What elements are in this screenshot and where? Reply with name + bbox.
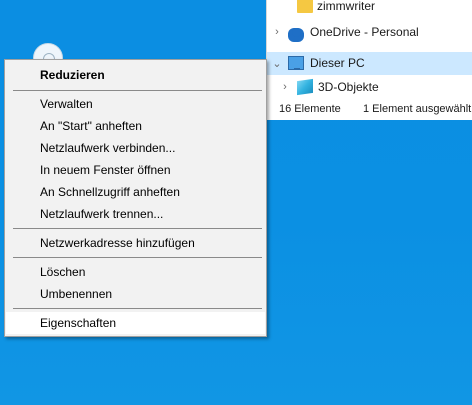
context-menu: Reduzieren Verwalten An "Start" anheften… [4, 59, 267, 337]
menu-item-reduzieren[interactable]: Reduzieren [6, 64, 265, 86]
menu-item-label: Verwalten [40, 97, 93, 111]
menu-item-loeschen[interactable]: Löschen [6, 261, 265, 283]
status-bar: 16 Elemente 1 Element ausgewählt [267, 100, 472, 120]
menu-item-verwalten[interactable]: Verwalten [6, 93, 265, 115]
menu-item-netzlaufwerk-trennen[interactable]: Netzlaufwerk trennen... [6, 203, 265, 225]
menu-item-an-schnellzugriff-anheften[interactable]: An Schnellzugriff anheften [6, 181, 265, 203]
menu-item-label: Umbenennen [40, 287, 113, 301]
nav-item-label: Dieser PC [310, 56, 365, 70]
nav-item-onedrive[interactable]: › OneDrive - Personal [267, 21, 472, 44]
nav-item-3d-objekte[interactable]: › 3D-Objekte [267, 76, 472, 99]
menu-item-label: An "Start" anheften [40, 119, 142, 133]
nav-item-label: OneDrive - Personal [310, 25, 419, 39]
menu-separator [13, 90, 262, 91]
folder-icon [297, 0, 313, 13]
menu-item-an-start-anheften[interactable]: An "Start" anheften [6, 115, 265, 137]
menu-item-label: Netzlaufwerk verbinden... [40, 141, 176, 155]
onedrive-cloud-icon [288, 28, 304, 42]
menu-item-in-neuem-fenster-oeffnen[interactable]: In neuem Fenster öffnen [6, 159, 265, 181]
item-count: 16 Elemente [279, 103, 341, 115]
selection-count: 1 Element ausgewählt [363, 103, 472, 115]
nav-item-label: 3D-Objekte [318, 80, 379, 94]
nav-item-dieser-pc[interactable]: ⌄ Dieser PC [267, 52, 472, 75]
chevron-down-icon[interactable]: ⌄ [272, 57, 282, 70]
menu-item-label: Netzwerkadresse hinzufügen [40, 236, 195, 250]
menu-separator [13, 257, 262, 258]
menu-item-label: Eigenschaften [40, 316, 117, 330]
menu-item-netzlaufwerk-verbinden[interactable]: Netzlaufwerk verbinden... [6, 137, 265, 159]
nav-item-label: zimmwriter [317, 0, 375, 13]
menu-item-netzwerkadresse-hinzufuegen[interactable]: Netzwerkadresse hinzufügen [6, 232, 265, 254]
menu-item-label: Reduzieren [40, 68, 105, 82]
menu-separator [13, 308, 262, 309]
menu-item-label: Löschen [40, 265, 86, 279]
3d-objects-icon [297, 78, 313, 96]
menu-item-eigenschaften[interactable]: Eigenschaften [6, 312, 265, 334]
menu-item-label: Netzlaufwerk trennen... [40, 207, 164, 221]
menu-item-umbenennen[interactable]: Umbenennen [6, 283, 265, 305]
menu-item-label: An Schnellzugriff anheften [40, 185, 180, 199]
nav-item-zimmwriter[interactable]: zimmwriter [267, 0, 472, 14]
computer-icon [288, 56, 304, 70]
menu-item-label: In neuem Fenster öffnen [40, 163, 171, 177]
file-explorer-window: zimmwriter › OneDrive - Personal ⌄ Diese… [266, 0, 472, 120]
chevron-right-icon[interactable]: › [280, 81, 290, 93]
menu-separator [13, 228, 262, 229]
chevron-right-icon[interactable]: › [272, 26, 282, 38]
